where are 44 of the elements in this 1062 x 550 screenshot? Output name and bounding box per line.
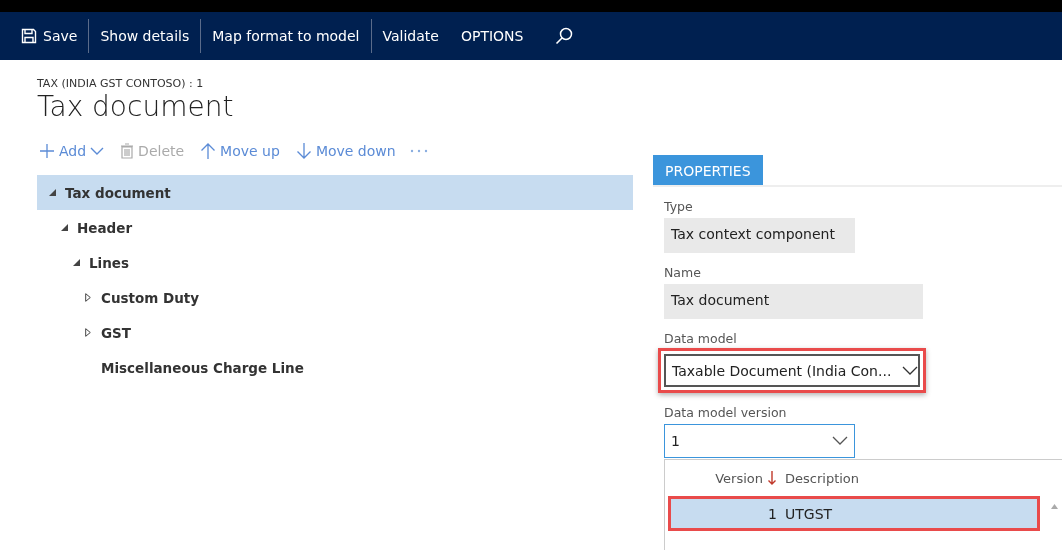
dropdown-field[interactable]: 1 xyxy=(664,424,855,458)
page-title: Tax document xyxy=(37,90,235,124)
tree-item[interactable]: Header xyxy=(37,210,633,245)
tree-item[interactable]: Lines xyxy=(37,245,633,280)
action-button[interactable]: Move down xyxy=(293,142,398,160)
readonly-field: Tax document xyxy=(664,284,923,319)
toolbar-button[interactable]: Validate xyxy=(371,12,450,60)
readonly-field: Tax context component xyxy=(664,218,855,253)
dropdown-row[interactable]: 1 UTGST xyxy=(668,496,1040,531)
version-cell-text: 1 xyxy=(767,505,777,522)
arrow-down-icon xyxy=(295,142,312,160)
field-label: Data model xyxy=(664,331,738,346)
tree-item[interactable]: Miscellaneous Charge Line xyxy=(37,350,633,385)
toolbar-button[interactable]: Map format to model xyxy=(201,12,371,60)
field-label: Type xyxy=(664,199,694,214)
field-label: Data model version xyxy=(664,405,788,420)
search-icon[interactable] xyxy=(554,26,575,46)
toolbar-button[interactable]: Save xyxy=(10,12,89,60)
column-header[interactable]: Version xyxy=(665,470,763,486)
dropdown-field[interactable]: Taxable Document (India Con... xyxy=(658,348,926,393)
action-button[interactable]: Move up xyxy=(198,142,282,160)
expanded-icon[interactable] xyxy=(61,224,68,231)
trash-icon xyxy=(120,143,135,159)
collapsed-icon[interactable] xyxy=(85,328,91,337)
chevron-down-icon xyxy=(902,365,918,376)
tree-item[interactable]: Tax document xyxy=(37,175,633,210)
chevron-down-icon xyxy=(90,146,105,156)
chevron-down-icon xyxy=(832,436,848,446)
sort-descending-icon[interactable] xyxy=(767,470,777,486)
tree-item[interactable]: GST xyxy=(37,315,633,350)
breadcrumb: TAX (INDIA GST CONTOSO) : 1 xyxy=(37,77,205,90)
field-label: Name xyxy=(664,265,702,280)
column-header[interactable]: Description xyxy=(785,470,860,486)
description-cell: UTGST xyxy=(785,505,833,522)
tree-item[interactable]: Custom Duty xyxy=(37,280,633,315)
expanded-icon[interactable] xyxy=(49,189,56,196)
toolbar-button[interactable]: OPTIONS xyxy=(449,12,535,60)
toolbar-button[interactable]: Show details xyxy=(89,12,201,60)
plus-icon xyxy=(39,143,55,159)
action-button[interactable]: Add xyxy=(37,143,107,159)
collapsed-icon[interactable] xyxy=(85,293,91,302)
expanded-icon[interactable] xyxy=(73,259,80,266)
arrow-up-icon xyxy=(200,142,217,160)
save-icon xyxy=(21,28,37,44)
